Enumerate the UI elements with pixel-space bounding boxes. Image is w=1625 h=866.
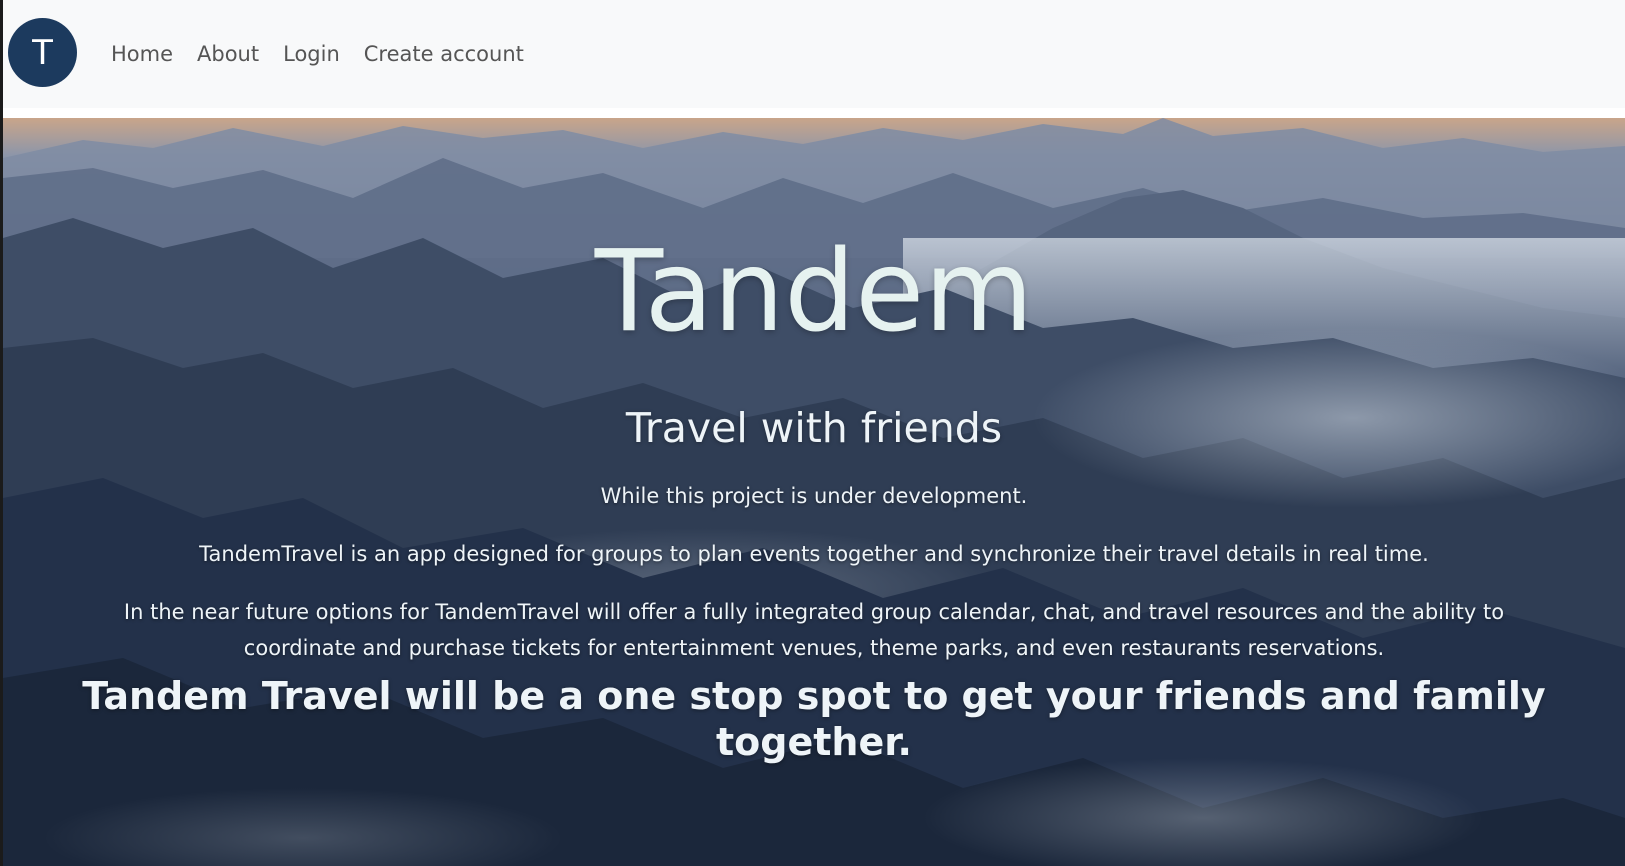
hero-paragraph-description: TandemTravel is an app designed for grou…	[199, 542, 1429, 566]
hero-paragraph-status: While this project is under development.	[600, 484, 1028, 508]
hero-subtitle: Travel with friends	[625, 404, 1003, 452]
hero-content: Tandem Travel with friends While this pr…	[3, 118, 1625, 866]
navbar: T Home About Login Create account	[3, 0, 1625, 108]
brand-letter: T	[32, 32, 53, 73]
nav-link-about[interactable]: About	[197, 38, 259, 70]
hero-paragraph-future: In the near future options for TandemTra…	[123, 600, 1505, 660]
page: T Home About Login Create account Tandem…	[0, 0, 1625, 866]
hero-tagline: Tandem Travel will be a one stop spot to…	[82, 674, 1546, 764]
nav-link-home[interactable]: Home	[111, 38, 173, 70]
hero-banner: Tandem Travel with friends While this pr…	[3, 118, 1625, 866]
nav-link-create-account[interactable]: Create account	[364, 38, 524, 70]
nav-link-login[interactable]: Login	[283, 38, 340, 70]
nav-links: Home About Login Create account	[111, 38, 548, 70]
brand-logo[interactable]: T	[8, 18, 77, 87]
hero-title: Tandem	[594, 227, 1034, 357]
